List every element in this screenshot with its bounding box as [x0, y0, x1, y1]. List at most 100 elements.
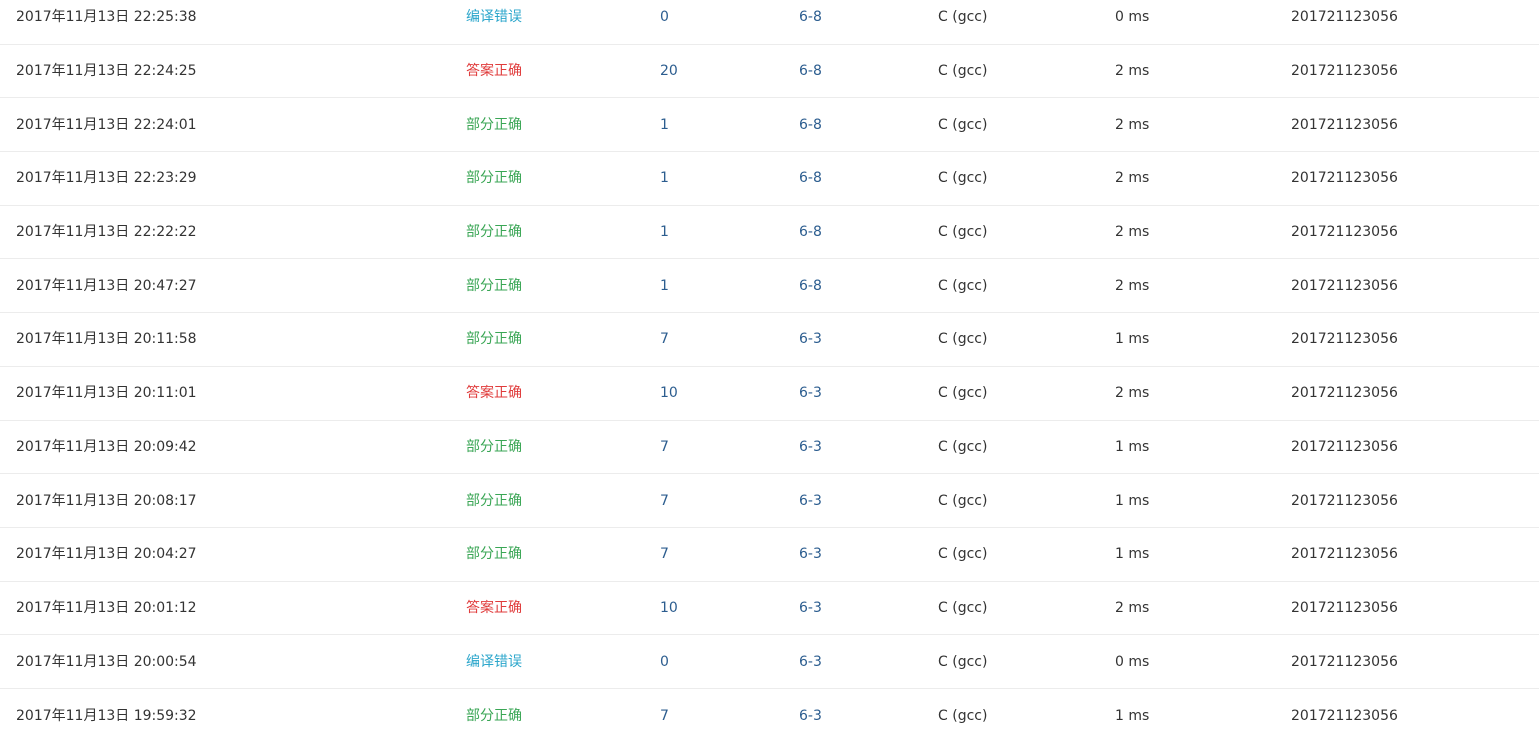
submission-status-link[interactable]: 编译错误	[466, 0, 522, 44]
submission-score-link[interactable]: 10	[660, 582, 678, 635]
compiler-language: C (gcc)	[938, 9, 988, 26]
problem-link[interactable]: 6-3	[799, 421, 822, 474]
submissions-table: 2017年11月13日 22:25:38 编译错误 0 6-8 C (gcc) 0 ms 2…	[0, 0, 1539, 743]
user-id: 201721123056	[1291, 63, 1398, 80]
submission-time: 2017年11月13日 19:59:32	[16, 707, 197, 724]
table-row: 2017年11月13日 20:47:27 部分正确 1 6-8 C (gcc) 2 ms 2…	[0, 259, 1539, 314]
submission-score-link[interactable]: 10	[660, 367, 678, 420]
problem-link[interactable]: 6-8	[799, 98, 822, 151]
submission-status-link[interactable]: 答案正确	[466, 582, 522, 635]
table-row: 2017年11月13日 20:08:17 部分正确 7 6-3 C (gcc) 1 ms 2…	[0, 474, 1539, 528]
user-id: 201721123056	[1291, 277, 1398, 294]
table-row: 2017年11月13日 20:11:01 答案正确 10 6-3 C (gcc) 2 ms…	[0, 367, 1539, 421]
submission-time: 2017年11月13日 22:24:01	[16, 116, 197, 133]
submission-score-link[interactable]: 7	[660, 313, 669, 366]
user-id: 201721123056	[1291, 385, 1398, 402]
submission-score-link[interactable]: 7	[660, 421, 669, 474]
compiler-language: C (gcc)	[938, 277, 988, 294]
problem-link[interactable]: 6-3	[799, 367, 822, 420]
problem-link[interactable]: 6-3	[799, 582, 822, 635]
problem-link[interactable]: 6-8	[799, 152, 822, 205]
table-row: 2017年11月13日 20:00:54 编译错误 0 6-3 C (gcc) 0 ms 2…	[0, 635, 1539, 689]
table-row: 2017年11月13日 22:24:25 答案正确 20 6-8 C (gcc) 2 ms…	[0, 45, 1539, 99]
submission-status-link[interactable]: 部分正确	[466, 474, 522, 527]
problem-link[interactable]: 6-3	[799, 635, 822, 688]
submission-time: 2017年11月13日 22:25:38	[16, 9, 197, 26]
submission-status-link[interactable]: 编译错误	[466, 635, 522, 688]
submission-time: 2017年11月13日 20:11:01	[16, 385, 197, 402]
submission-status-link[interactable]: 部分正确	[466, 313, 522, 366]
user-id: 201721123056	[1291, 9, 1398, 26]
submission-time: 2017年11月13日 22:24:25	[16, 63, 197, 80]
run-time: 2 ms	[1115, 385, 1150, 402]
table-row: 2017年11月13日 20:04:27 部分正确 7 6-3 C (gcc) 1 ms 2…	[0, 528, 1539, 582]
table-row: 2017年11月13日 22:23:29 部分正确 1 6-8 C (gcc) 2 ms 2…	[0, 152, 1539, 206]
compiler-language: C (gcc)	[938, 653, 988, 670]
table-row: 2017年11月13日 22:25:38 编译错误 0 6-8 C (gcc) 0 ms 2…	[0, 0, 1539, 45]
user-id: 201721123056	[1291, 653, 1398, 670]
problem-link[interactable]: 6-8	[799, 206, 822, 259]
submission-score-link[interactable]: 20	[660, 45, 678, 98]
submission-time: 2017年11月13日 20:04:27	[16, 546, 197, 563]
submission-status-link[interactable]: 部分正确	[466, 152, 522, 205]
submission-score-link[interactable]: 7	[660, 528, 669, 581]
user-id: 201721123056	[1291, 224, 1398, 241]
compiler-language: C (gcc)	[938, 331, 988, 348]
run-time: 1 ms	[1115, 331, 1150, 348]
submission-status-link[interactable]: 答案正确	[466, 45, 522, 98]
submission-score-link[interactable]: 7	[660, 689, 669, 743]
submission-time: 2017年11月13日 22:22:22	[16, 224, 197, 241]
submission-status-link[interactable]: 部分正确	[466, 259, 522, 312]
submission-score-link[interactable]: 1	[660, 152, 669, 205]
problem-link[interactable]: 6-3	[799, 313, 822, 366]
compiler-language: C (gcc)	[938, 599, 988, 616]
submission-score-link[interactable]: 1	[660, 98, 669, 151]
run-time: 0 ms	[1115, 9, 1150, 26]
problem-link[interactable]: 6-8	[799, 259, 822, 312]
submission-time: 2017年11月13日 20:08:17	[16, 492, 197, 509]
run-time: 2 ms	[1115, 277, 1150, 294]
compiler-language: C (gcc)	[938, 224, 988, 241]
run-time: 1 ms	[1115, 546, 1150, 563]
compiler-language: C (gcc)	[938, 492, 988, 509]
submission-time: 2017年11月13日 22:23:29	[16, 170, 197, 187]
submission-score-link[interactable]: 1	[660, 259, 669, 312]
problem-link[interactable]: 6-8	[799, 45, 822, 98]
problem-link[interactable]: 6-3	[799, 474, 822, 527]
table-row: 2017年11月13日 22:22:22 部分正确 1 6-8 C (gcc) 2 ms 2…	[0, 206, 1539, 260]
submission-status-link[interactable]: 部分正确	[466, 421, 522, 474]
user-id: 201721123056	[1291, 546, 1398, 563]
user-id: 201721123056	[1291, 170, 1398, 187]
run-time: 2 ms	[1115, 63, 1150, 80]
submission-status-link[interactable]: 部分正确	[466, 98, 522, 151]
run-time: 0 ms	[1115, 653, 1150, 670]
submission-time: 2017年11月13日 20:47:27	[16, 277, 197, 294]
submission-score-link[interactable]: 7	[660, 474, 669, 527]
user-id: 201721123056	[1291, 707, 1398, 724]
submission-status-link[interactable]: 部分正确	[466, 206, 522, 259]
submission-score-link[interactable]: 1	[660, 206, 669, 259]
problem-link[interactable]: 6-3	[799, 689, 822, 743]
submission-time: 2017年11月13日 20:00:54	[16, 653, 197, 670]
run-time: 1 ms	[1115, 492, 1150, 509]
submission-score-link[interactable]: 0	[660, 0, 669, 44]
submission-status-link[interactable]: 部分正确	[466, 689, 522, 743]
submission-time: 2017年11月13日 20:01:12	[16, 599, 197, 616]
problem-link[interactable]: 6-3	[799, 528, 822, 581]
compiler-language: C (gcc)	[938, 385, 988, 402]
user-id: 201721123056	[1291, 599, 1398, 616]
run-time: 1 ms	[1115, 707, 1150, 724]
table-row: 2017年11月13日 20:01:12 答案正确 10 6-3 C (gcc) 2 ms…	[0, 582, 1539, 636]
table-row: 2017年11月13日 19:59:32 部分正确 7 6-3 C (gcc) 1 ms 2…	[0, 689, 1539, 743]
submission-status-link[interactable]: 答案正确	[466, 367, 522, 420]
submission-score-link[interactable]: 0	[660, 635, 669, 688]
submission-time: 2017年11月13日 20:09:42	[16, 438, 197, 455]
compiler-language: C (gcc)	[938, 707, 988, 724]
submission-status-link[interactable]: 部分正确	[466, 528, 522, 581]
user-id: 201721123056	[1291, 438, 1398, 455]
compiler-language: C (gcc)	[938, 170, 988, 187]
run-time: 1 ms	[1115, 438, 1150, 455]
problem-link[interactable]: 6-8	[799, 0, 822, 44]
compiler-language: C (gcc)	[938, 438, 988, 455]
run-time: 2 ms	[1115, 599, 1150, 616]
